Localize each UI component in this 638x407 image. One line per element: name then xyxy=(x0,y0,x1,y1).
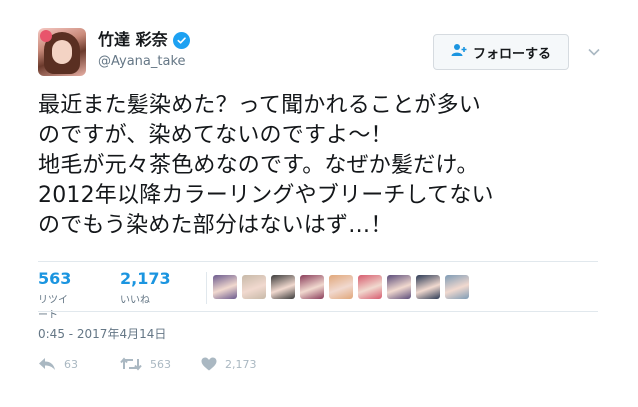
like-count: 2,173 xyxy=(120,269,171,288)
user-identity[interactable]: 竹達 彩奈 @Ayana_take xyxy=(98,30,190,69)
tweet-text: 最近また髪染めた？って聞かれることが多い のですが、染めてないのですよ〜！ 地毛… xyxy=(38,91,608,241)
reply-button[interactable]: 63 xyxy=(38,357,78,371)
display-name-text: 竹達 彩奈 xyxy=(98,30,168,49)
tweet-line: のでもう染めた部分はないはず…！ xyxy=(38,213,393,238)
like-action-count: 2,173 xyxy=(225,357,257,371)
retweet-count: 563 xyxy=(38,269,72,288)
retweet-icon xyxy=(120,357,142,371)
like-button[interactable]: 2,173 xyxy=(201,357,257,371)
display-name[interactable]: 竹達 彩奈 xyxy=(98,30,190,50)
reply-count: 63 xyxy=(64,357,78,371)
chevron-down-icon[interactable] xyxy=(587,44,601,58)
tweet-header: 竹達 彩奈 @Ayana_take フォローする xyxy=(38,28,608,80)
likers-avatars xyxy=(213,275,469,299)
like-label: いいね xyxy=(120,295,150,306)
follow-button-label: フォローする xyxy=(472,46,551,62)
liker-4-avatar[interactable] xyxy=(300,275,324,299)
liker-2-avatar[interactable] xyxy=(242,275,266,299)
add-user-icon xyxy=(451,43,467,61)
reply-icon xyxy=(38,357,56,371)
liker-6-avatar[interactable] xyxy=(358,275,382,299)
divider-top xyxy=(38,261,598,262)
liker-9-avatar[interactable] xyxy=(445,275,469,299)
tweet-line: 地毛が元々茶色めなのです。なぜか髪だけ。 xyxy=(38,153,479,178)
retweet-label: リツイート xyxy=(38,295,68,321)
tweet-timestamp[interactable]: 0:45 - 2017年4月14日 xyxy=(38,325,166,342)
liker-5-avatar[interactable] xyxy=(329,275,353,299)
divider-bottom xyxy=(38,311,598,312)
liker-7-avatar[interactable] xyxy=(387,275,411,299)
retweet-button[interactable]: 563 xyxy=(120,357,171,371)
heart-icon xyxy=(201,357,217,371)
tweet-line: 2012年以降カラーリングやブリーチしてない xyxy=(38,183,494,208)
liker-3-avatar[interactable] xyxy=(271,275,295,299)
user-handle[interactable]: @Ayana_take xyxy=(98,54,190,69)
liker-8-avatar[interactable] xyxy=(416,275,440,299)
tweet-line: 最近また髪染めた？って聞かれることが多い xyxy=(38,93,481,118)
liker-1-avatar[interactable] xyxy=(213,275,237,299)
follow-button[interactable]: フォローする xyxy=(433,34,569,70)
verified-badge-icon xyxy=(172,31,190,49)
tweet-line: のですが、染めてないのですよ〜！ xyxy=(38,123,393,148)
profile-avatar[interactable] xyxy=(38,28,86,76)
like-stat[interactable]: 2,173 いいね xyxy=(120,269,171,307)
retweet-action-count: 563 xyxy=(150,357,171,371)
stats-separator xyxy=(206,272,207,304)
retweet-stat[interactable]: 563 リツイート xyxy=(38,269,72,322)
